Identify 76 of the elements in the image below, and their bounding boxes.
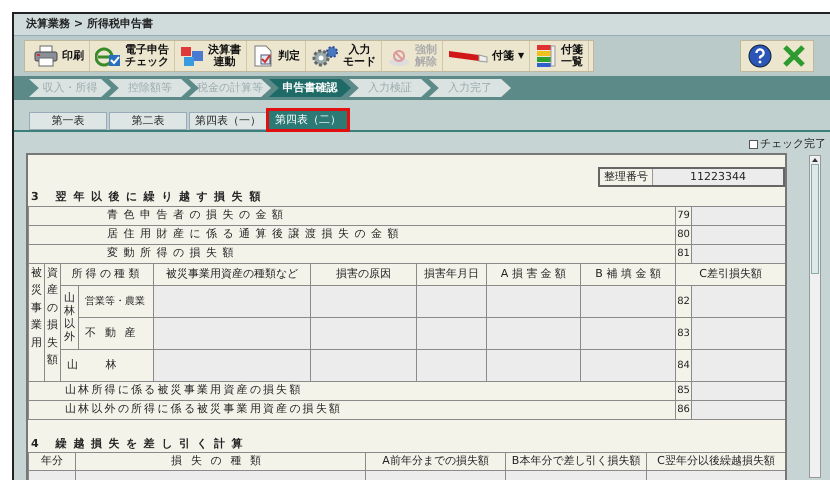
- section-heading: 3 翌年以後に繰り越す損失額: [30, 189, 268, 205]
- row-label: 青色申告者の損失の金額: [106, 208, 288, 222]
- tab[interactable]: 第二表: [109, 112, 187, 130]
- column-header: B本年分で差し引く損失額: [512, 454, 640, 468]
- column-header: 損失の種類: [171, 454, 270, 468]
- e-check-icon: [95, 45, 121, 67]
- step-item[interactable]: 申告書確認: [269, 79, 351, 97]
- side-label: 資産の損失額: [47, 264, 58, 368]
- column-header: C差引損失額: [699, 266, 762, 280]
- amount-field[interactable]: [692, 244, 785, 263]
- scrollbar-thumb[interactable]: [811, 164, 819, 274]
- amount-field[interactable]: [692, 225, 785, 244]
- group-label: 山林以外: [64, 290, 75, 344]
- input-field[interactable]: [486, 349, 580, 381]
- row-label: 山林: [66, 358, 144, 371]
- amount-field[interactable]: [692, 285, 785, 317]
- toolbar-button[interactable]: 印刷: [29, 41, 90, 71]
- input-field[interactable]: [580, 317, 676, 349]
- input-field[interactable]: [154, 349, 310, 381]
- column-header: 年分: [41, 454, 63, 468]
- scrollbar[interactable]: [809, 154, 821, 478]
- input-field[interactable]: [310, 317, 416, 349]
- row-label: 変動所得の損失額: [106, 246, 239, 260]
- input-field[interactable]: [310, 349, 416, 381]
- toolbar-button[interactable]: 決算書 連動: [175, 41, 247, 71]
- amount-field[interactable]: [692, 317, 785, 349]
- input-field[interactable]: [486, 317, 580, 349]
- toolbar-button[interactable]: 付箋 ▼: [443, 41, 530, 71]
- printer-icon: [34, 45, 58, 67]
- input-field[interactable]: [580, 285, 676, 317]
- column-header: B 補 填 金 額: [595, 266, 661, 280]
- help-icon: [748, 44, 772, 68]
- serial-number-label: 整理番号: [600, 168, 653, 185]
- close-icon: [782, 44, 806, 68]
- spreadsheet-icon: [180, 45, 204, 67]
- toolbar-button[interactable]: 入力 モード: [306, 41, 382, 71]
- document-check-icon: [252, 45, 274, 67]
- amount-field[interactable]: [692, 349, 785, 381]
- column-header: 損害年月日: [424, 266, 479, 280]
- input-field[interactable]: [154, 285, 310, 317]
- row-label: 不動産: [84, 326, 144, 339]
- sticky-note-icon: [448, 49, 488, 63]
- tab[interactable]: 第四表（一）: [189, 112, 267, 130]
- gears-icon: [311, 45, 339, 67]
- sticky-list-icon: [535, 44, 558, 68]
- column-header: A前年分までの損失額: [382, 454, 489, 468]
- column-header: 所得の種類: [71, 266, 143, 280]
- row-label: 営業等・農業: [84, 296, 145, 307]
- side-label: 被災事業用: [31, 264, 42, 351]
- input-field[interactable]: [416, 349, 486, 381]
- tab[interactable]: 第四表（二）: [269, 111, 347, 129]
- input-field[interactable]: [154, 317, 310, 349]
- serial-number-value: 11223344: [689, 168, 747, 184]
- toolbar-button[interactable]: 判定: [247, 41, 306, 71]
- input-field[interactable]: [580, 349, 676, 381]
- column-header: A 損 害 金 額: [500, 266, 566, 280]
- row-label: 山林所得に係る被災事業用資産の損失額: [64, 383, 303, 396]
- amount-field[interactable]: [692, 381, 785, 400]
- input-field[interactable]: [310, 285, 416, 317]
- amount-field[interactable]: [692, 206, 785, 225]
- column-header: C翌年分以後繰越損失額: [657, 454, 775, 468]
- input-field[interactable]: [416, 317, 486, 349]
- input-field[interactable]: [486, 285, 580, 317]
- toolbar-button[interactable]: 付箋 一覧: [530, 41, 590, 71]
- column-header: 被災事業用資産の種類など: [166, 266, 298, 280]
- amount-field[interactable]: [692, 400, 785, 419]
- row-label: 居住用財産に係る通算後譲渡損失の金額: [106, 227, 404, 240]
- row-label: 山林以外の所得に係る被災事業用資産の損失額: [64, 402, 342, 416]
- tab[interactable]: 第一表: [29, 112, 107, 130]
- section-heading: 4 繰越損失を差し引く計算: [30, 436, 250, 452]
- breadcrumb: 決算業務 > 所得税申告書: [26, 16, 153, 32]
- toolbar-button[interactable]: 電子申告 チェック: [90, 41, 175, 71]
- input-field[interactable]: [416, 285, 486, 317]
- check-complete-checkbox[interactable]: チェック完了: [749, 136, 826, 152]
- scroll-up-icon[interactable]: [812, 158, 818, 162]
- column-header: 損害の原因: [336, 266, 391, 280]
